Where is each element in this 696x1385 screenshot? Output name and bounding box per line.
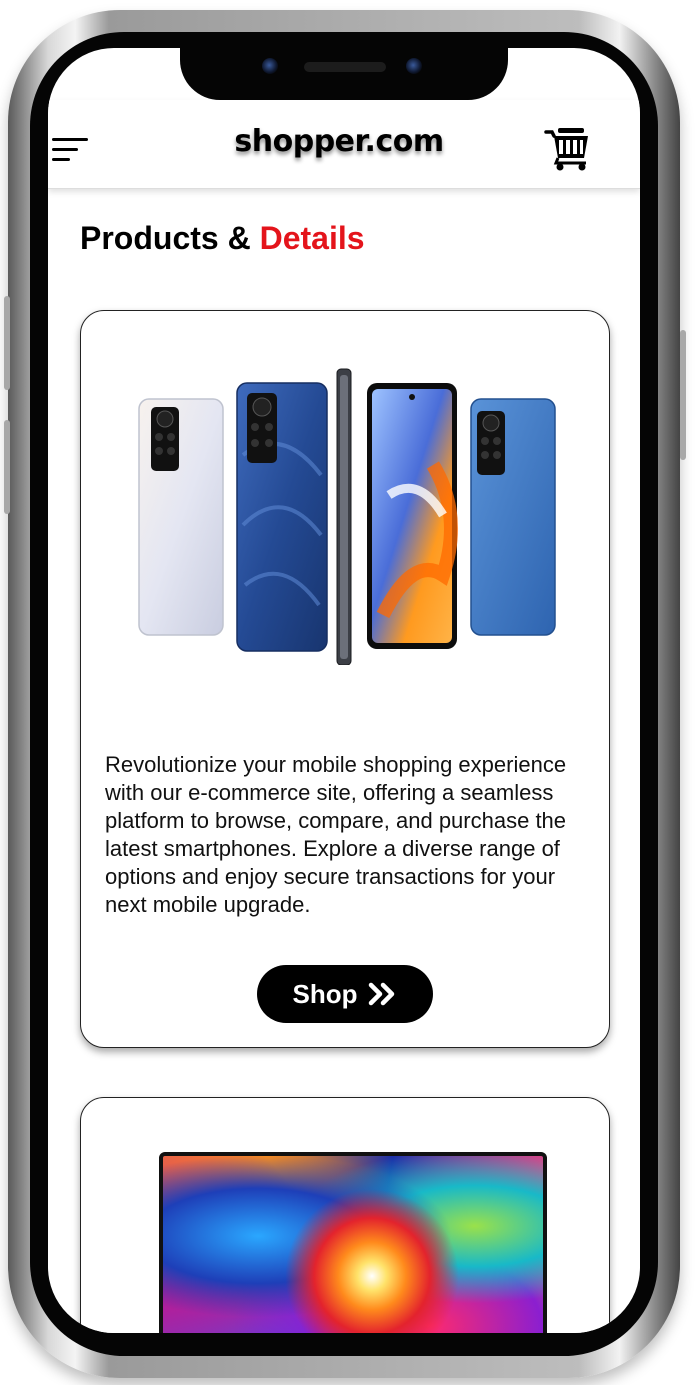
speaker-grille [304,62,386,72]
app-header: shopper.com [48,100,640,189]
volume-down-button-hardware [4,420,10,514]
page-title: Products & Details [80,220,365,257]
phone-screen: shopper.com Products & Details Revolutio… [48,48,640,1333]
double-chevron-right-icon [368,982,394,1006]
smartphones-image [138,368,556,665]
power-button-hardware [680,330,686,460]
product-description: Revolutionize your mobile shopping exper… [105,752,567,917]
shopping-cart-icon[interactable] [544,124,592,172]
page-title-main: Products & [80,220,260,256]
product-card: Revolutionize your mobile shopping exper… [80,310,610,1048]
page-title-accent: Details [259,220,365,256]
front-camera-icon [262,58,278,74]
product-card [80,1097,610,1333]
shop-button[interactable]: Shop [257,965,433,1023]
shop-button-label: Shop [292,978,358,1009]
sensor-icon [406,58,422,74]
laptop-image [159,1152,547,1333]
volume-up-button-hardware [4,296,10,390]
hamburger-menu-icon[interactable] [52,138,88,164]
notch [180,48,508,100]
site-logo[interactable]: shopper.com [234,124,444,159]
